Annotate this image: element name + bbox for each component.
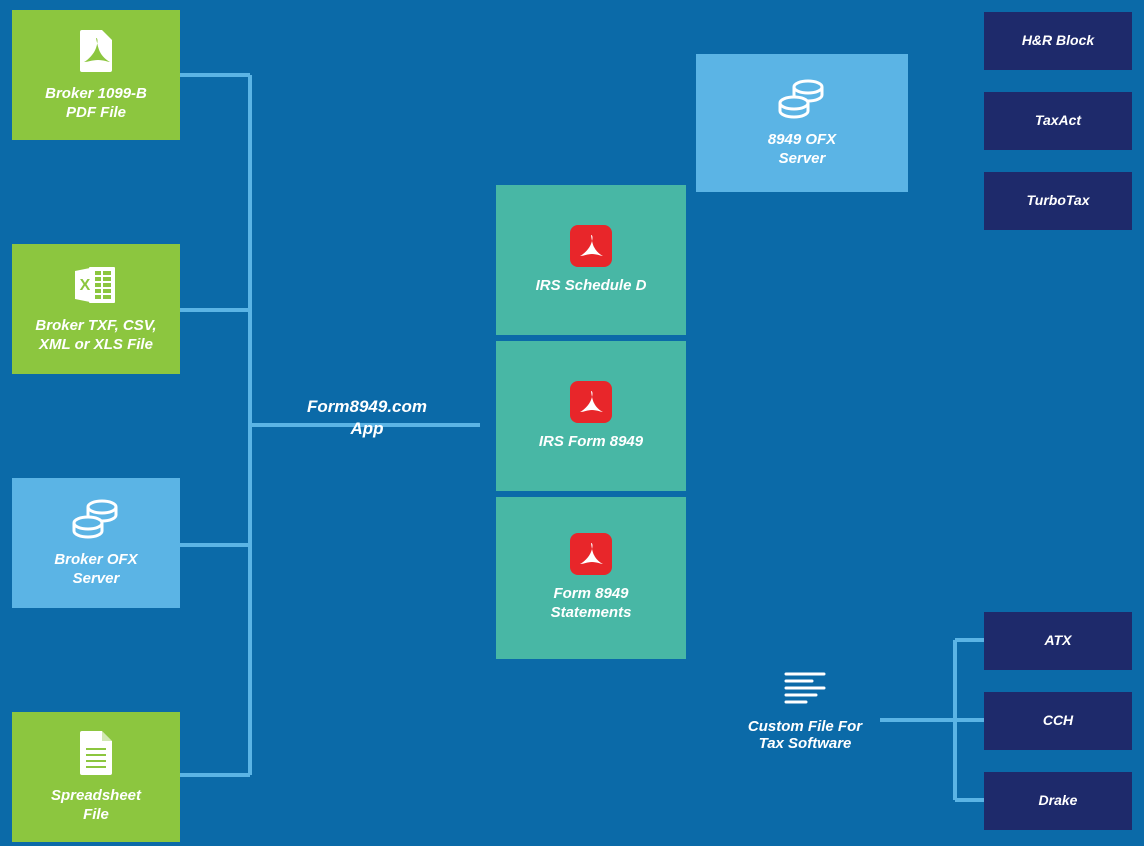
output-form-8949: IRS Form 8949 xyxy=(496,341,686,491)
svg-text:X: X xyxy=(80,277,91,294)
input-broker-ofx-server: Broker OFXServer xyxy=(12,478,180,608)
output-form-8949-statements: Form 8949Statements xyxy=(496,497,686,659)
pdf-icon xyxy=(72,27,120,75)
tax-software-hrblock: H&R Block xyxy=(984,12,1132,70)
input-broker-txf-csv: X Broker TXF, CSV,XML or XLS File xyxy=(12,244,180,374)
tax-software-turbotax: TurboTax xyxy=(984,172,1132,230)
pdf-icon xyxy=(570,533,612,575)
input-spreadsheet-file: SpreadsheetFile xyxy=(12,712,180,842)
output-label: IRS Form 8949 xyxy=(539,433,643,452)
document-lines-icon xyxy=(720,670,890,708)
pro-software-cch: CCH xyxy=(984,692,1132,750)
input-label: Broker 1099-BPDF File xyxy=(45,85,147,123)
excel-icon: X xyxy=(73,263,119,307)
tax-label: TaxAct xyxy=(1035,112,1081,130)
input-label: Broker OFXServer xyxy=(54,551,137,589)
server-coins-icon xyxy=(778,77,826,121)
output-label: 8949 OFXServer xyxy=(768,131,836,169)
output-custom-file: Custom File ForTax Software xyxy=(720,670,890,752)
input-label: SpreadsheetFile xyxy=(51,787,141,825)
pdf-icon xyxy=(570,381,612,423)
output-label: Form 8949Statements xyxy=(551,585,632,623)
tax-label: TurboTax xyxy=(1026,192,1089,210)
file-icon xyxy=(76,729,116,777)
output-schedule-d: IRS Schedule D xyxy=(496,185,686,335)
output-label: IRS Schedule D xyxy=(536,277,647,296)
input-label: Broker TXF, CSV,XML or XLS File xyxy=(35,317,156,355)
diagram-canvas: Broker 1099-BPDF File X Broker TXF, CSV,… xyxy=(0,0,1144,846)
tax-label: H&R Block xyxy=(1022,32,1094,50)
input-broker-1099b-pdf: Broker 1099-BPDF File xyxy=(12,10,180,140)
pro-software-atx: ATX xyxy=(984,612,1132,670)
app-label: Form8949.comApp xyxy=(292,396,442,440)
server-coins-icon xyxy=(72,497,120,541)
output-label: Custom File ForTax Software xyxy=(720,718,890,752)
tax-software-taxact: TaxAct xyxy=(984,92,1132,150)
pro-label: Drake xyxy=(1039,792,1078,810)
pro-label: CCH xyxy=(1043,712,1073,730)
pro-label: ATX xyxy=(1045,632,1072,650)
pro-software-drake: Drake xyxy=(984,772,1132,830)
output-8949-ofx-server: 8949 OFXServer xyxy=(696,54,908,192)
pdf-icon xyxy=(570,225,612,267)
